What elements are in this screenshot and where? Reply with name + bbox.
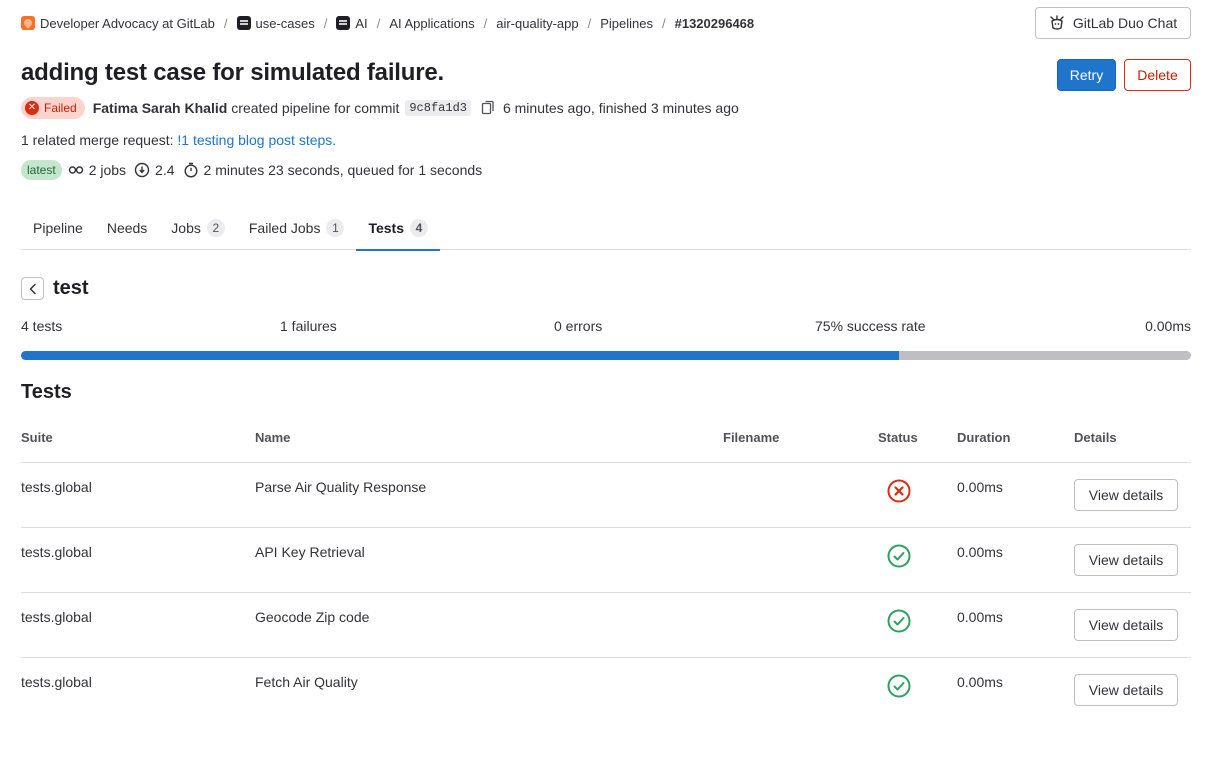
table-divider (21, 657, 1191, 658)
cell-duration: 0.00ms (957, 479, 1003, 495)
summary-tests: 4 tests (21, 318, 63, 334)
column-header-suite: Suite (21, 430, 53, 445)
jobs-count: 2 jobs (68, 162, 126, 178)
merge-request-link[interactable]: !1 testing blog post steps. (177, 132, 336, 148)
failed-status-icon: ✕ (25, 101, 39, 115)
retry-button[interactable]: Retry (1057, 59, 1116, 91)
tab-count-badge: 4 (410, 218, 429, 237)
breadcrumb-item-pipelines[interactable]: Pipelines / (600, 16, 674, 31)
delete-button[interactable]: Delete (1124, 59, 1191, 91)
tab-jobs[interactable]: Jobs 2 (159, 205, 237, 250)
success-progress-bar (21, 351, 1191, 360)
cell-name: Geocode Zip code (255, 609, 370, 625)
tab-count-badge: 1 (326, 218, 345, 237)
cell-suite: tests.global (21, 544, 92, 560)
breadcrumb-separator: / (587, 15, 592, 31)
breadcrumb-separator: / (661, 15, 666, 31)
breadcrumb-separator: / (323, 15, 328, 31)
org-avatar-icon (21, 16, 35, 30)
cell-suite: tests.global (21, 674, 92, 690)
breadcrumb-separator: / (483, 15, 488, 31)
summary-failures: 1 failures (280, 318, 337, 334)
group-avatar-icon (236, 16, 251, 30)
breadcrumb-item-ai[interactable]: AI / (336, 16, 389, 31)
tab-failed-jobs[interactable]: Failed Jobs 1 (237, 205, 357, 250)
cell-duration: 0.00ms (957, 674, 1003, 690)
table-divider (21, 527, 1191, 528)
pipeline-tabs: Pipeline Needs Jobs 2 Failed Jobs 1 Tests 4 (21, 205, 1191, 251)
pipeline-info: latest 2 jobs 2.4 2 minutes 23 seconds, … (21, 160, 490, 180)
page-title: adding test case for simulated failure. (21, 59, 444, 86)
view-details-button[interactable]: View details (1074, 479, 1178, 511)
cell-suite: tests.global (21, 479, 92, 495)
summary-success-rate: 75% success rate (815, 318, 926, 334)
breadcrumb-item-pipeline-id[interactable]: #1320296468 (675, 16, 755, 31)
related-merge-request: 1 related merge request: !1 testing blog… (21, 132, 337, 148)
duration-info: 2 minutes 23 seconds, queued for 1 secon… (183, 162, 482, 178)
cell-duration: 0.00ms (957, 544, 1003, 560)
success-status-icon (887, 609, 911, 633)
author-name[interactable]: Fatima Sarah Khalid (93, 100, 228, 116)
success-progress-fill (21, 351, 899, 360)
cell-name: Fetch Air Quality (255, 674, 358, 690)
tab-pipeline[interactable]: Pipeline (21, 205, 95, 250)
breadcrumb-item-use-cases[interactable]: use-cases / (236, 15, 337, 31)
latest-badge: latest (21, 160, 62, 180)
status-badge[interactable]: ✕ Failed (21, 97, 85, 119)
success-status-icon (887, 674, 911, 698)
view-details-button[interactable]: View details (1074, 544, 1178, 576)
failed-status-icon (887, 479, 911, 503)
success-status-icon (887, 544, 911, 568)
clock-down-icon (134, 162, 150, 178)
pipeline-meta: ✕ Failed Fatima Sarah Khalid created pip… (21, 97, 739, 119)
breadcrumb-item-ai-applications[interactable]: AI Applications / (389, 16, 496, 31)
chevron-left-icon (29, 283, 36, 294)
tab-tests[interactable]: Tests 4 (356, 205, 440, 251)
column-header-duration: Duration (957, 430, 1011, 445)
breadcrumb: Developer Advocacy at GitLab / use-cases… (21, 14, 754, 32)
copy-icon[interactable] (481, 100, 495, 116)
duo-chat-icon (1050, 15, 1064, 30)
table-divider (21, 592, 1191, 593)
column-header-status: Status (878, 430, 918, 445)
column-header-details: Details (1074, 430, 1117, 445)
table-divider (21, 462, 1191, 463)
tests-heading: Tests (21, 381, 72, 403)
group-avatar-icon (336, 16, 351, 30)
column-header-name: Name (255, 430, 291, 445)
cell-suite: tests.global (21, 609, 92, 625)
back-button[interactable] (21, 277, 44, 300)
created-text: created pipeline for commit (231, 100, 400, 116)
view-details-button[interactable]: View details (1074, 609, 1178, 641)
column-header-filename: Filename (723, 430, 780, 445)
view-details-button[interactable]: View details (1074, 674, 1178, 706)
cell-duration: 0.00ms (957, 609, 1003, 625)
summary-duration: 0.00ms (1145, 318, 1191, 334)
breadcrumb-separator: / (223, 15, 228, 31)
breadcrumb-separator: / (376, 15, 381, 31)
breadcrumb-item-project[interactable]: air-quality-app / (496, 16, 600, 31)
tab-needs[interactable]: Needs (95, 205, 159, 250)
tab-count-badge: 2 (206, 218, 225, 237)
cell-name: Parse Air Quality Response (255, 479, 427, 495)
timer-icon (184, 162, 198, 178)
duo-chat-button[interactable]: GitLab Duo Chat (1035, 7, 1191, 39)
pipeline-jobs-icon (68, 166, 83, 174)
breadcrumb-item-org[interactable]: Developer Advocacy at GitLab / (21, 16, 237, 31)
summary-errors: 0 errors (554, 318, 603, 334)
suite-title: test (53, 277, 89, 299)
cell-name: API Key Retrieval (255, 544, 365, 560)
pipeline-time: 6 minutes ago, finished 3 minutes ago (502, 100, 739, 116)
commit-sha[interactable]: 9c8fa1d3 (405, 100, 471, 116)
version-info: 2.4 (134, 162, 175, 178)
